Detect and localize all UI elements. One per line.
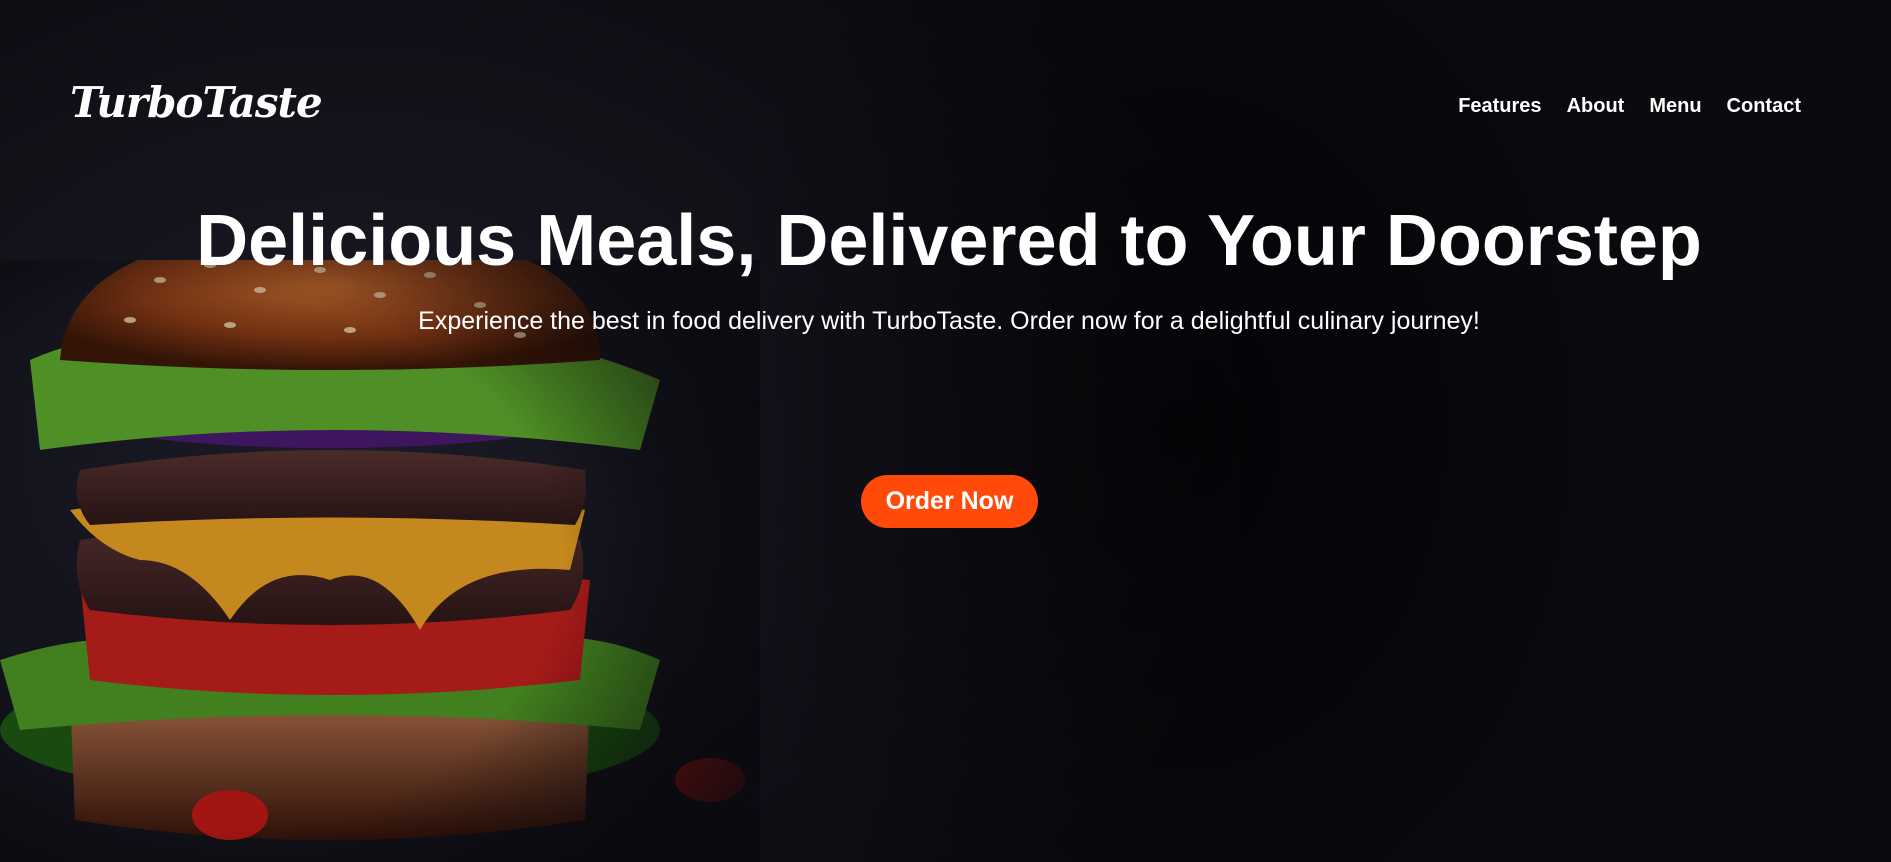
nav-features[interactable]: Features [1458,95,1541,118]
hero-subtitle: Experience the best in food delivery wit… [418,307,1480,335]
brand-logo[interactable]: TurboTaste [70,78,323,127]
burger-image [0,260,760,862]
nav-menu[interactable]: Menu [1649,95,1701,118]
main-nav: Features About Menu Contact [1458,95,1801,118]
nav-about[interactable]: About [1567,95,1625,118]
order-now-button[interactable]: Order Now [861,475,1038,528]
hero-title: Delicious Meals, Delivered to Your Doors… [196,201,1702,281]
nav-contact[interactable]: Contact [1727,95,1801,118]
